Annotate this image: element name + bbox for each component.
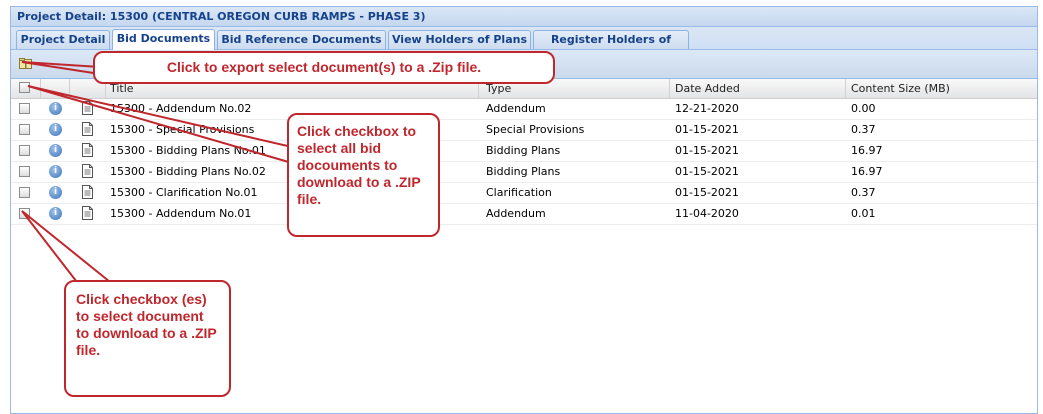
row-date-added: 12-21-2020 [675,102,739,115]
row-content-size: 0.00 [851,102,876,115]
row-title[interactable]: 15300 - Clarification No.01 [110,183,258,203]
row-type: Special Provisions [486,123,585,136]
tab-bid-documents[interactable]: Bid Documents [112,29,215,50]
row-type: Addendum [486,207,546,220]
row-date-added: 01-15-2021 [675,186,739,199]
zip-folder-icon[interactable] [19,58,32,69]
tab-register-holders-of-plans[interactable]: Register Holders of Plans [533,30,689,64]
column-content-size[interactable]: Content Size (MB) [846,79,1037,98]
select-rows-callout: Click checkbox (es) to select document t… [64,280,231,397]
grid-body: i 15300 - Addendum No.02 Addendum 12-21-202… [11,99,1037,225]
row-type: Bidding Plans [486,165,561,178]
select-all-callout: Click checkbox to select all bid docoume… [287,113,440,237]
table-row[interactable]: i 15300 - Bidding Plans No.02 Bidding Plan… [11,162,1037,183]
tab-view-holders-of-plans[interactable]: View Holders of Plans [388,30,531,49]
document-icon[interactable] [82,122,93,136]
tab-project-detail[interactable]: Project Detail [16,30,110,49]
row-content-size: 0.37 [851,186,876,199]
column-date-added[interactable]: Date Added [670,79,846,98]
row-type: Bidding Plans [486,144,561,157]
tab-bar: Project Detail Bid Documents Bid Referen… [11,27,1037,64]
row-checkbox[interactable] [19,187,30,198]
info-icon[interactable]: i [49,102,62,115]
row-checkbox[interactable] [19,124,30,135]
table-row[interactable]: i 15300 - Addendum No.01 Addendum 11-04-202… [11,204,1037,225]
row-title[interactable]: 15300 - Bidding Plans No.02 [110,162,266,182]
info-icon[interactable]: i [49,123,62,136]
row-title[interactable]: 15300 - Special Provisions [110,120,254,140]
document-icon[interactable] [82,206,93,220]
row-content-size: 16.97 [851,165,883,178]
document-icon[interactable] [82,143,93,157]
info-icon[interactable]: i [49,144,62,157]
panel-title: Project Detail: 15300 (CENTRAL OREGON CU… [11,7,1037,27]
row-title[interactable]: 15300 - Addendum No.01 [110,204,251,224]
row-title[interactable]: 15300 - Bidding Plans No.01 [110,141,266,161]
row-date-added: 01-15-2021 [675,123,739,136]
table-row[interactable]: i 15300 - Special Provisions Special Provi… [11,120,1037,141]
row-content-size: 0.37 [851,123,876,136]
row-content-size: 0.01 [851,207,876,220]
select-all-header [11,79,41,98]
table-row[interactable]: i 15300 - Addendum No.02 Addendum 12-21-202… [11,99,1037,120]
document-icon[interactable] [82,185,93,199]
info-icon[interactable]: i [49,207,62,220]
row-date-added: 11-04-2020 [675,207,739,220]
row-checkbox[interactable] [19,166,30,177]
row-date-added: 01-15-2021 [675,165,739,178]
tab-bid-reference-documents[interactable]: Bid Reference Documents [217,30,386,49]
info-column-header [41,79,70,98]
row-checkbox[interactable] [19,208,30,219]
row-type: Addendum [486,102,546,115]
document-icon[interactable] [82,101,93,115]
row-date-added: 01-15-2021 [675,144,739,157]
table-row[interactable]: i 15300 - Clarification No.01 Clarificatio… [11,183,1037,204]
row-title[interactable]: 15300 - Addendum No.02 [110,99,251,119]
export-callout: Click to export select document(s) to a … [93,51,555,84]
info-icon[interactable]: i [49,165,62,178]
row-content-size: 16.97 [851,144,883,157]
row-type: Clarification [486,186,552,199]
document-icon[interactable] [82,164,93,178]
row-checkbox[interactable] [19,145,30,156]
row-checkbox[interactable] [19,103,30,114]
select-all-checkbox[interactable] [19,82,30,93]
info-icon[interactable]: i [49,186,62,199]
table-row[interactable]: i 15300 - Bidding Plans No.01 Bidding Plan… [11,141,1037,162]
